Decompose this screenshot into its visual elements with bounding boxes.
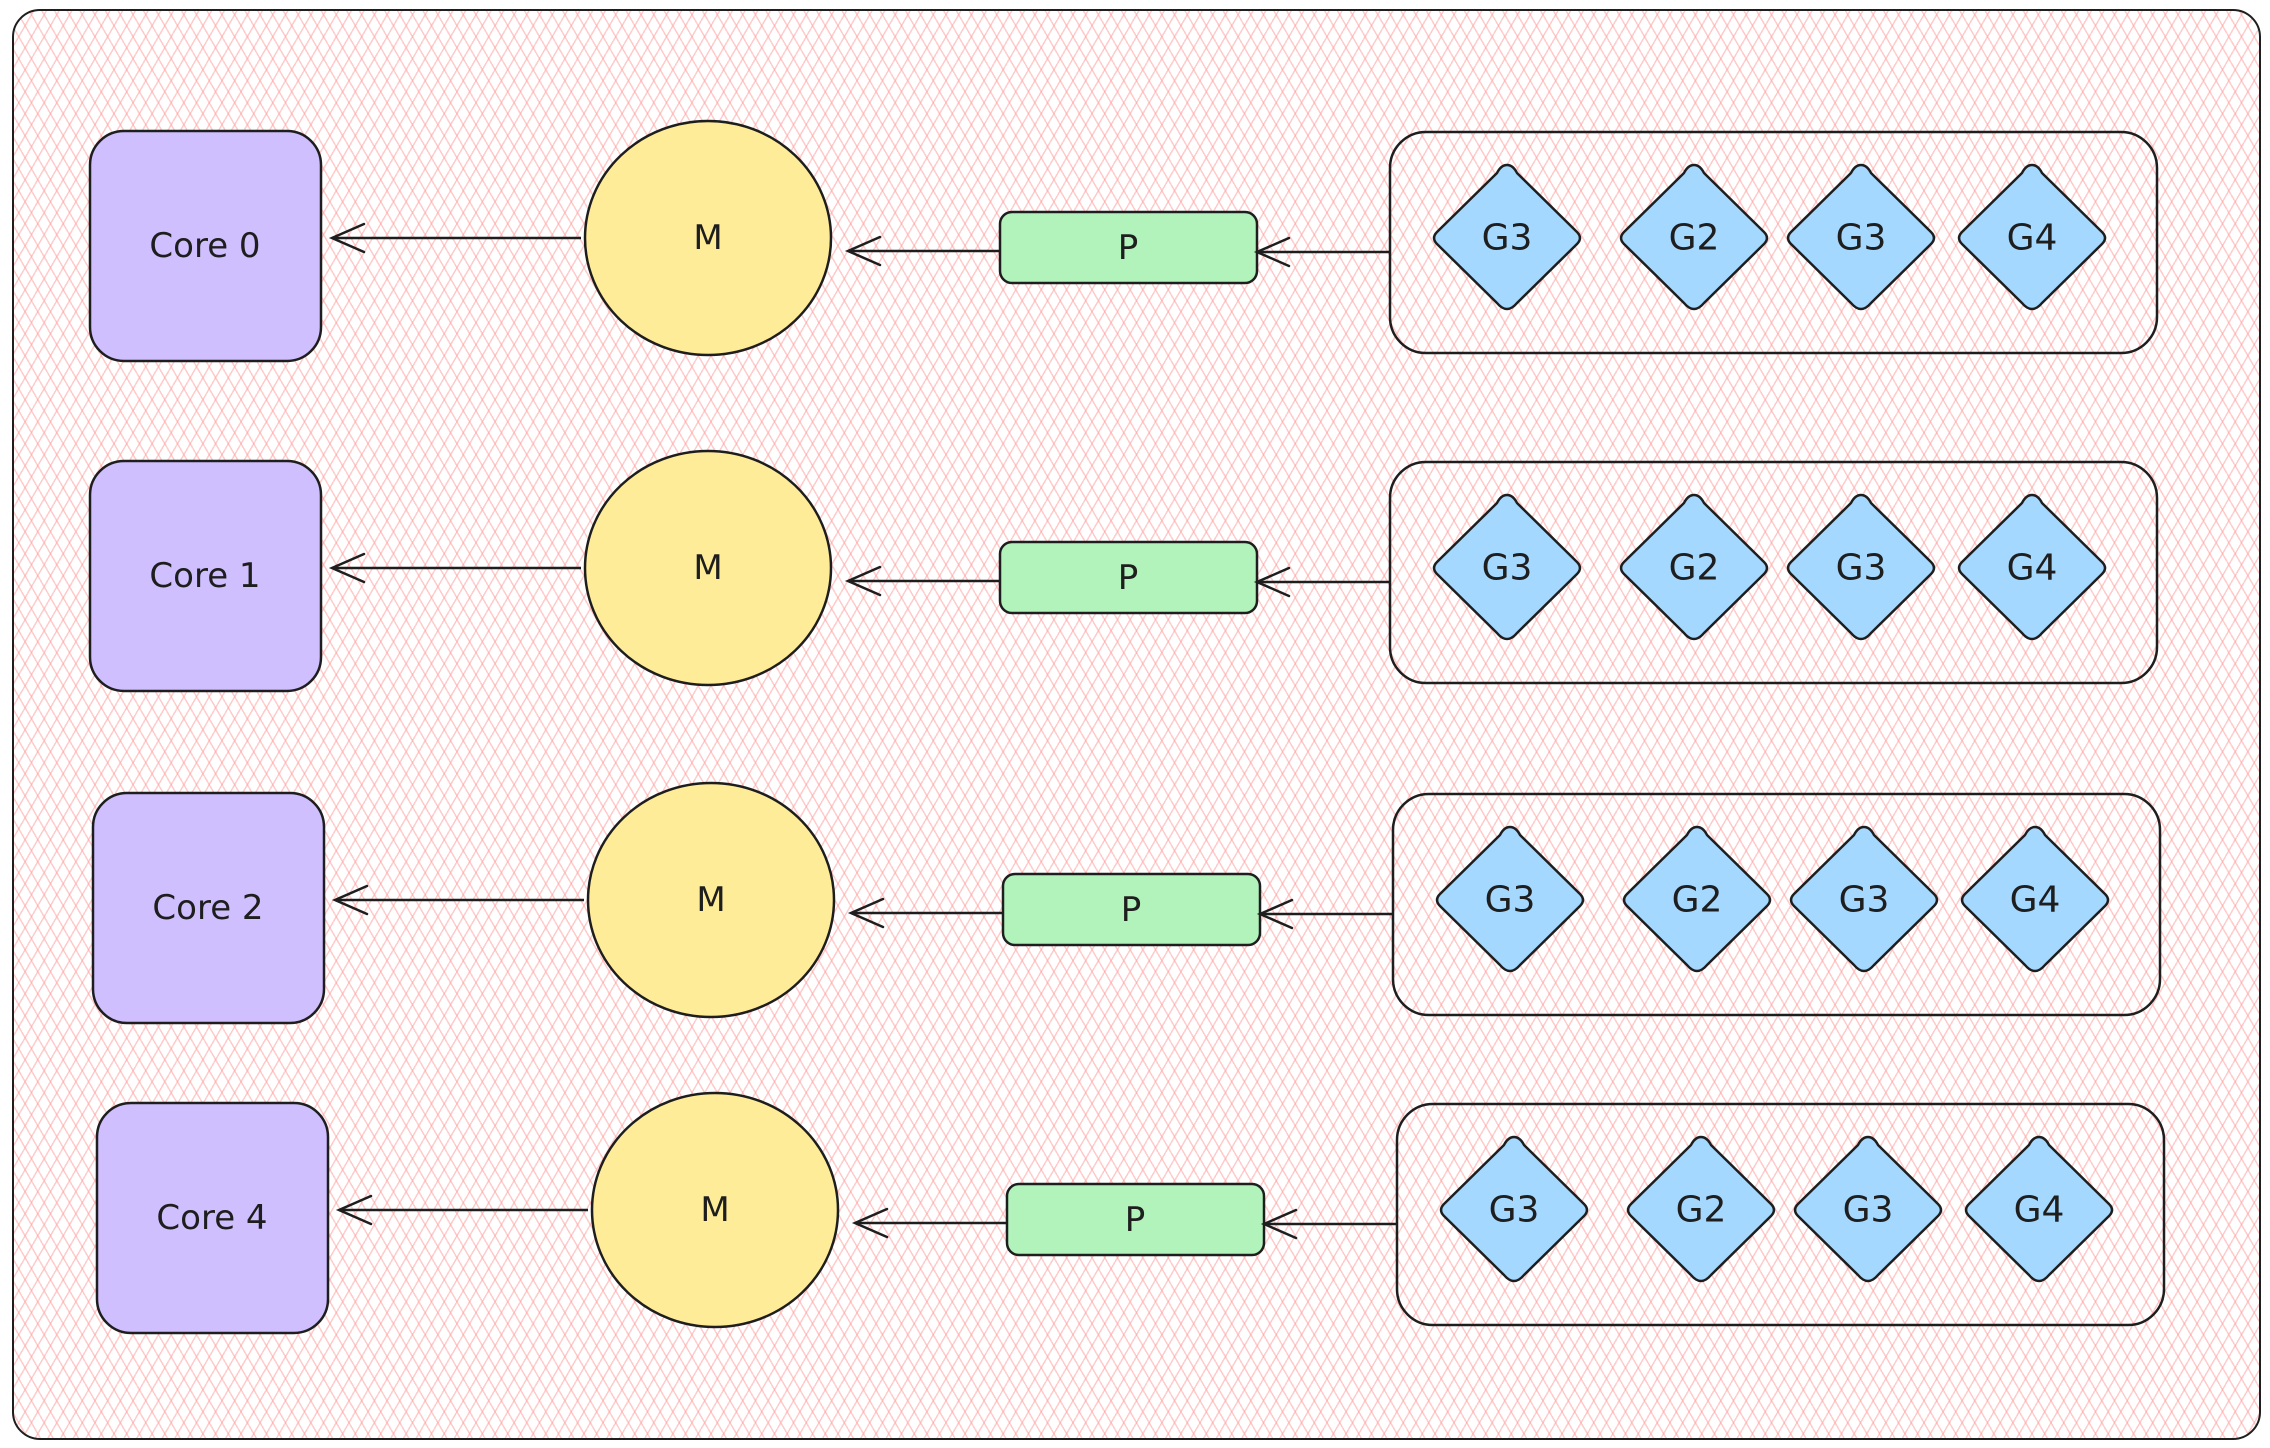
goroutine-label: G3 [1843, 1190, 1894, 1231]
goroutine-label: G4 [2007, 218, 2058, 259]
gmp-diagram: Core 0 M P G3 G2 G3 G4 Core 1 M P G3 G2 G3 G4 Core 2 M P… [88, 119, 2166, 1335]
goroutine-label: G2 [1669, 218, 1720, 259]
goroutine-label: G3 [1836, 218, 1887, 259]
goroutine-label: G3 [1839, 880, 1890, 921]
goroutine-label: G3 [1485, 880, 1536, 921]
m-label: M [700, 1190, 729, 1230]
goroutine-label: G4 [2010, 880, 2061, 921]
row-0: Core 0 M P G3 G2 G3 G4 [88, 119, 2159, 363]
core-label: Core 4 [156, 1198, 267, 1238]
goroutine-label: G2 [1672, 880, 1723, 921]
p-label: P [1121, 890, 1142, 930]
goroutine-label: G3 [1836, 548, 1887, 589]
goroutine-label: G4 [2014, 1190, 2065, 1231]
row-1: Core 1 M P G3 G2 G3 G4 [88, 449, 2159, 693]
p-label: P [1118, 228, 1139, 268]
row-3: Core 4 M P G3 G2 G3 G4 [95, 1091, 2166, 1335]
p-label: P [1118, 558, 1139, 598]
m-label: M [696, 880, 725, 920]
core-label: Core 1 [149, 556, 260, 596]
goroutine-label: G3 [1489, 1190, 1540, 1231]
core-label: Core 2 [152, 888, 263, 928]
goroutine-label: G3 [1482, 218, 1533, 259]
row-2: Core 2 M P G3 G2 G3 G4 [91, 781, 2162, 1025]
m-label: M [693, 218, 722, 258]
goroutine-label: G4 [2007, 548, 2058, 589]
goroutine-label: G2 [1669, 548, 1720, 589]
core-label: Core 0 [149, 226, 260, 266]
m-label: M [693, 548, 722, 588]
goroutine-label: G2 [1676, 1190, 1727, 1231]
p-label: P [1125, 1200, 1146, 1240]
goroutine-label: G3 [1482, 548, 1533, 589]
